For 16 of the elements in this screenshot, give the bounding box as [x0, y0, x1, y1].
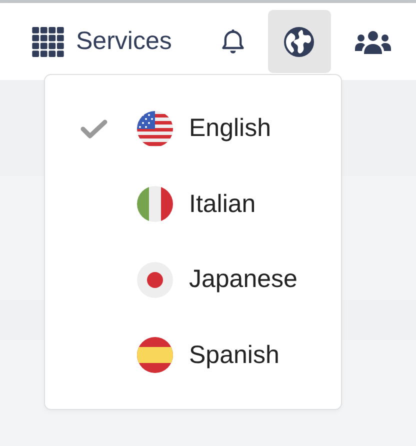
flag-icon: [137, 262, 173, 298]
users-button[interactable]: [354, 29, 391, 54]
services-button[interactable]: Services: [32, 22, 172, 60]
flag-icon: [137, 337, 173, 374]
notifications-button[interactable]: [220, 28, 246, 55]
flag-icon: [137, 110, 173, 147]
flag-icon: [137, 186, 173, 222]
language-button[interactable]: [268, 10, 331, 73]
grid-icon: [32, 26, 64, 56]
language-option[interactable]: Spanish: [45, 318, 341, 393]
language-option[interactable]: Italian: [45, 166, 341, 242]
globe-icon: [283, 26, 316, 58]
language-option[interactable]: English: [45, 91, 341, 166]
language-option[interactable]: Japanese: [45, 242, 341, 318]
users-icon: [354, 29, 391, 54]
bell-icon: [220, 28, 246, 55]
